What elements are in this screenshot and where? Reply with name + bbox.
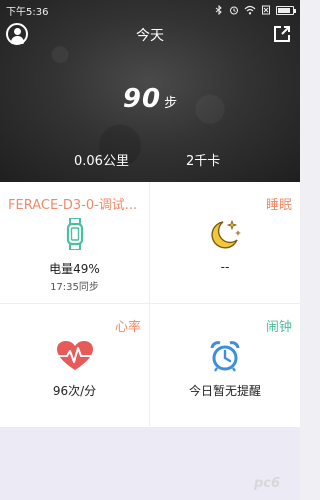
heart-rate-icon — [56, 341, 93, 370]
calories-value: 2千卡 — [186, 154, 221, 169]
status-icons — [214, 5, 296, 15]
alarm-card[interactable]: 闹钟 今日暂无提醒 — [150, 304, 300, 426]
sleep-value: -- — [220, 260, 230, 274]
alarm-status-icon — [230, 6, 238, 15]
heart-rate-card[interactable]: 心率 96次/分 — [0, 304, 150, 426]
footer-area: pc6 — [0, 427, 300, 500]
heart-rate-title: 心率 — [114, 320, 141, 335]
battery-icon — [276, 5, 296, 15]
device-name: FERACE-D3-0-调试... — [8, 198, 138, 213]
steps-unit: 步 — [164, 96, 178, 111]
sleep-title: 睡眠 — [265, 198, 292, 213]
battery-level: 电量49% — [49, 262, 100, 276]
status-time: 下午5:36 — [6, 6, 49, 18]
alarm-clock-icon — [210, 341, 240, 372]
feature-grid: FERACE-D3-0-调试... 电量49% 17:35同步 睡眠 -- 心率… — [0, 182, 300, 427]
alarm-value: 今日暂无提醒 — [188, 384, 261, 398]
distance-value: 0.06公里 — [74, 154, 129, 169]
steps-count: 90 — [122, 84, 162, 114]
watermark-logo: pc6 — [254, 476, 281, 491]
page-title: 今天 — [136, 28, 164, 44]
sleep-card[interactable]: 睡眠 -- — [150, 182, 300, 304]
bluetooth-icon — [215, 5, 222, 15]
heart-rate-value: 96次/分 — [52, 384, 97, 398]
sync-time: 17:35同步 — [50, 282, 99, 293]
wifi-icon — [244, 5, 256, 15]
summary-header: 下午5:36 今天 90 步 0.06公里 2千卡 — [0, 0, 300, 182]
alarm-title: 闹钟 — [265, 320, 292, 335]
moon-icon — [211, 219, 241, 249]
status-bar: 下午5:36 — [0, 0, 300, 20]
share-icon[interactable] — [272, 24, 292, 44]
steps-display: 90 步 — [0, 84, 300, 114]
device-card[interactable]: FERACE-D3-0-调试... 电量49% 17:35同步 — [0, 182, 150, 304]
title-bar: 今天 — [0, 20, 300, 48]
watch-icon — [66, 218, 83, 250]
no-sim-icon — [262, 5, 270, 15]
